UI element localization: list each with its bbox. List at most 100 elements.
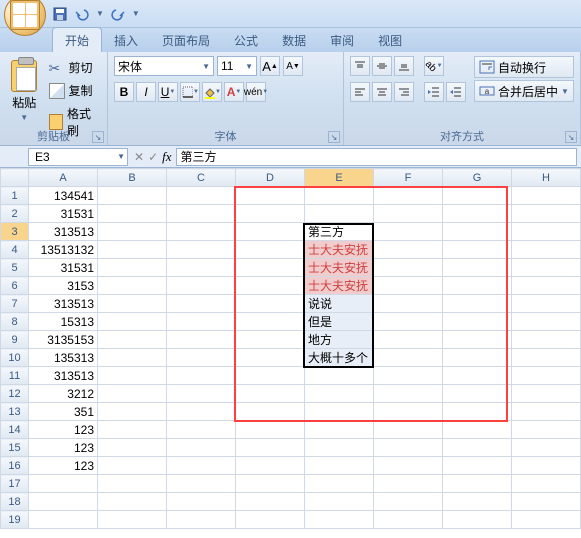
cell-E8[interactable]: 但是 — [305, 313, 374, 331]
cell-A6[interactable]: 3153 — [29, 277, 98, 295]
cell-A19[interactable] — [29, 511, 98, 529]
cell-E7[interactable]: 说说 — [305, 295, 374, 313]
paste-button[interactable]: 粘贴 ▼ — [6, 56, 43, 126]
cell-D10[interactable] — [236, 349, 305, 367]
cell-E5[interactable]: 士大夫安抚 — [305, 259, 374, 277]
cell-A13[interactable]: 351 — [29, 403, 98, 421]
align-bottom-button[interactable] — [394, 56, 414, 76]
decrease-indent-button[interactable] — [424, 82, 444, 102]
col-header-A[interactable]: A — [29, 169, 98, 187]
cell-D13[interactable] — [236, 403, 305, 421]
cell-A9[interactable]: 3135153 — [29, 331, 98, 349]
cell-C7[interactable] — [167, 295, 236, 313]
cell-G15[interactable] — [443, 439, 512, 457]
cell-H3[interactable] — [512, 223, 581, 241]
cell-G6[interactable] — [443, 277, 512, 295]
copy-button[interactable]: 复制 — [47, 81, 102, 100]
cell-E6[interactable]: 士大夫安抚 — [305, 277, 374, 295]
tab-data[interactable]: 数据 — [270, 28, 318, 52]
cell-H14[interactable] — [512, 421, 581, 439]
cell-C3[interactable] — [167, 223, 236, 241]
cell-G10[interactable] — [443, 349, 512, 367]
cell-B19[interactable] — [98, 511, 167, 529]
cell-E15[interactable] — [305, 439, 374, 457]
row-header-12[interactable]: 12 — [1, 385, 29, 403]
cancel-icon[interactable]: ✕ — [134, 150, 144, 164]
cell-C16[interactable] — [167, 457, 236, 475]
cell-D14[interactable] — [236, 421, 305, 439]
row-header-9[interactable]: 9 — [1, 331, 29, 349]
row-header-15[interactable]: 15 — [1, 439, 29, 457]
cell-C10[interactable] — [167, 349, 236, 367]
row-header-2[interactable]: 2 — [1, 205, 29, 223]
cell-F6[interactable] — [374, 277, 443, 295]
row-header-11[interactable]: 11 — [1, 367, 29, 385]
cell-G8[interactable] — [443, 313, 512, 331]
cell-F8[interactable] — [374, 313, 443, 331]
cell-D8[interactable] — [236, 313, 305, 331]
cell-B11[interactable] — [98, 367, 167, 385]
cell-C18[interactable] — [167, 493, 236, 511]
cell-H10[interactable] — [512, 349, 581, 367]
cell-G13[interactable] — [443, 403, 512, 421]
cell-H16[interactable] — [512, 457, 581, 475]
cell-C11[interactable] — [167, 367, 236, 385]
cell-A12[interactable]: 3212 — [29, 385, 98, 403]
cell-H18[interactable] — [512, 493, 581, 511]
cell-B7[interactable] — [98, 295, 167, 313]
cell-A4[interactable]: 13513132 — [29, 241, 98, 259]
row-header-19[interactable]: 19 — [1, 511, 29, 529]
cell-G11[interactable] — [443, 367, 512, 385]
increase-indent-button[interactable] — [446, 82, 466, 102]
row-header-8[interactable]: 8 — [1, 313, 29, 331]
tab-layout[interactable]: 页面布局 — [150, 28, 222, 52]
italic-button[interactable]: I — [136, 82, 156, 102]
cell-H7[interactable] — [512, 295, 581, 313]
formula-input[interactable]: 第三方 — [176, 148, 577, 166]
cell-B17[interactable] — [98, 475, 167, 493]
cell-B1[interactable] — [98, 187, 167, 205]
cell-F12[interactable] — [374, 385, 443, 403]
cell-F19[interactable] — [374, 511, 443, 529]
cell-G4[interactable] — [443, 241, 512, 259]
cell-F18[interactable] — [374, 493, 443, 511]
tab-insert[interactable]: 插入 — [102, 28, 150, 52]
cell-C4[interactable] — [167, 241, 236, 259]
cell-C5[interactable] — [167, 259, 236, 277]
fill-color-button[interactable]: ▼ — [202, 82, 222, 102]
undo-dropdown-icon[interactable]: ▼ — [96, 9, 104, 18]
cell-B4[interactable] — [98, 241, 167, 259]
undo-icon[interactable] — [74, 6, 90, 22]
col-header-G[interactable]: G — [443, 169, 512, 187]
cell-E18[interactable] — [305, 493, 374, 511]
cell-G3[interactable] — [443, 223, 512, 241]
row-header-13[interactable]: 13 — [1, 403, 29, 421]
cell-F14[interactable] — [374, 421, 443, 439]
cell-F3[interactable] — [374, 223, 443, 241]
save-icon[interactable] — [52, 6, 68, 22]
cell-C8[interactable] — [167, 313, 236, 331]
cell-E11[interactable] — [305, 367, 374, 385]
cell-H5[interactable] — [512, 259, 581, 277]
cell-D2[interactable] — [236, 205, 305, 223]
align-top-button[interactable] — [350, 56, 370, 76]
cell-E10[interactable]: 大概十多个 — [305, 349, 374, 367]
cell-E19[interactable] — [305, 511, 374, 529]
cell-E3[interactable]: 第三方 — [305, 223, 374, 241]
cell-G12[interactable] — [443, 385, 512, 403]
cell-F1[interactable] — [374, 187, 443, 205]
cell-G16[interactable] — [443, 457, 512, 475]
cell-F13[interactable] — [374, 403, 443, 421]
border-button[interactable]: ▼ — [180, 82, 200, 102]
cell-B18[interactable] — [98, 493, 167, 511]
cell-C2[interactable] — [167, 205, 236, 223]
cell-A11[interactable]: 313513 — [29, 367, 98, 385]
cell-D18[interactable] — [236, 493, 305, 511]
cell-H8[interactable] — [512, 313, 581, 331]
cell-E13[interactable] — [305, 403, 374, 421]
col-header-H[interactable]: H — [512, 169, 581, 187]
select-all-corner[interactable] — [1, 169, 29, 187]
cell-H4[interactable] — [512, 241, 581, 259]
cell-A17[interactable] — [29, 475, 98, 493]
row-header-10[interactable]: 10 — [1, 349, 29, 367]
